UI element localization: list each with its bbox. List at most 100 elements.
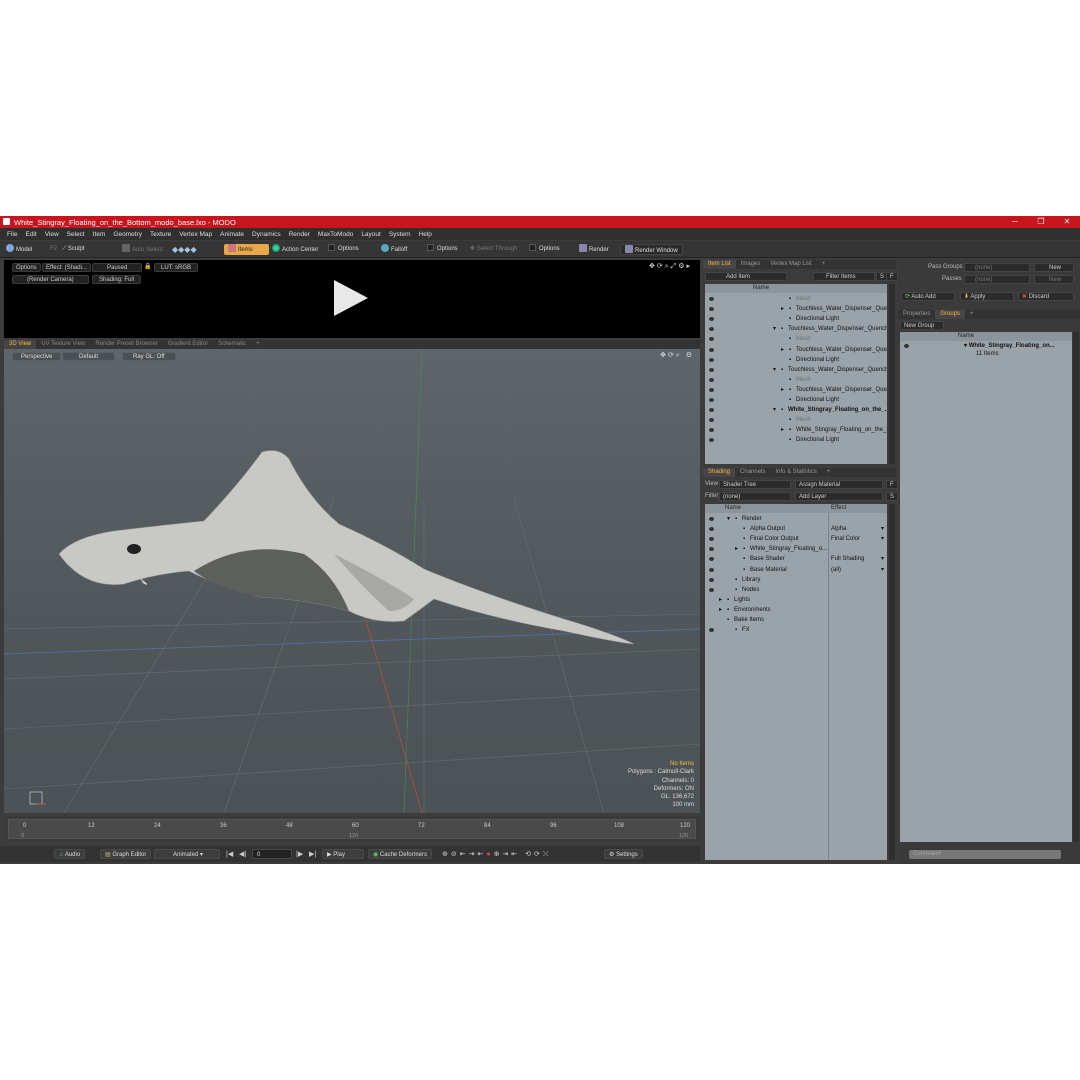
model-button[interactable]: Model bbox=[6, 244, 32, 255]
menu-edit[interactable]: Edit bbox=[21, 231, 40, 238]
shader-row[interactable]: ▸ ▪ Environments bbox=[705, 605, 887, 615]
options-button-1[interactable]: Options bbox=[328, 244, 359, 255]
passes-dropdown[interactable]: (none) bbox=[964, 275, 1030, 284]
tab-shading[interactable]: Shading bbox=[703, 468, 736, 477]
perspective-dropdown[interactable]: Perspective bbox=[12, 352, 62, 361]
timeline[interactable]: 0 12 24 36 48 60 72 84 96 108 120 0 120 … bbox=[4, 816, 700, 842]
item-row[interactable]: ▾ ▪ White_Stingray_Floating_on_the_... bbox=[705, 405, 887, 415]
menu-file[interactable]: File bbox=[3, 231, 21, 238]
visibility-eye-icon[interactable] bbox=[709, 438, 714, 443]
group-visibility-icon[interactable] bbox=[904, 344, 909, 348]
shader-row[interactable]: ▸ ▪ White_Stingray_Floating_o... bbox=[705, 544, 887, 554]
visibility-eye-icon[interactable] bbox=[709, 527, 714, 532]
item-row[interactable]: ▪ Directional Light bbox=[705, 314, 887, 324]
item-list-scrollbar[interactable] bbox=[889, 284, 895, 464]
new-group-button[interactable]: New Group bbox=[900, 321, 944, 330]
add-layer-dropdown[interactable]: Add Layer bbox=[795, 492, 883, 501]
visibility-eye-icon[interactable] bbox=[709, 628, 714, 633]
collapse-arrow-icon[interactable]: ▸ bbox=[781, 385, 784, 395]
expand-arrow-icon[interactable]: ▾ bbox=[727, 514, 730, 524]
collapse-arrow-icon[interactable]: ▸ bbox=[781, 304, 784, 314]
visibility-eye-icon[interactable] bbox=[709, 517, 714, 521]
shader-row[interactable]: ▪ Alpha Output Alpha ▾ bbox=[705, 524, 887, 534]
ray-gl-dropdown[interactable]: Ray GL: Off bbox=[122, 352, 176, 361]
play-icon[interactable] bbox=[334, 280, 368, 316]
tab-item-list[interactable]: Item List bbox=[703, 260, 736, 269]
visibility-eye-icon[interactable] bbox=[709, 307, 714, 312]
menu-help[interactable]: Help bbox=[415, 231, 436, 238]
visibility-eye-icon[interactable] bbox=[709, 587, 714, 592]
visibility-eye-icon[interactable] bbox=[709, 567, 714, 572]
settings-button[interactable]: ⚙ Settings bbox=[604, 849, 643, 859]
collapse-arrow-icon[interactable]: ▸ bbox=[735, 544, 738, 554]
tab-groups[interactable]: Groups bbox=[935, 310, 966, 319]
tab-images[interactable]: Images bbox=[736, 260, 766, 269]
tab-uv-texture-view[interactable]: UV Texture View bbox=[36, 340, 90, 349]
key-tool-icons[interactable]: ⊕⊘⇤⇥⇤●⊕⇥⇤ ⟲⟳⤫ bbox=[442, 850, 551, 859]
visibility-eye-icon[interactable] bbox=[709, 357, 714, 362]
menu-geometry[interactable]: Geometry bbox=[109, 231, 146, 238]
effect-dropdown-icon[interactable]: ▾ bbox=[881, 554, 884, 564]
tab-schematic[interactable]: Schematic bbox=[213, 340, 251, 349]
visibility-eye-icon[interactable] bbox=[709, 418, 714, 423]
minimize-button[interactable]: ─ bbox=[1002, 216, 1028, 228]
menu-vertex-map[interactable]: Vertex Map bbox=[175, 231, 216, 238]
item-list[interactable]: Name ▪ Mesh ▸ ▪ Touchless_Water_Dispenser_Qu… bbox=[705, 284, 887, 464]
menu-item[interactable]: Item bbox=[89, 231, 110, 238]
options-checkbox-3[interactable] bbox=[529, 244, 536, 251]
falloff-button[interactable]: Falloff bbox=[381, 244, 407, 255]
go-to-start-icon[interactable]: |◀ bbox=[226, 850, 233, 858]
graph-editor-button[interactable]: ▤ Graph Editor bbox=[100, 849, 152, 859]
menu-animate[interactable]: Animate bbox=[216, 231, 248, 238]
selection-mode-icons[interactable]: ◆◆◆◆ bbox=[172, 244, 197, 255]
stingray-model[interactable] bbox=[58, 450, 635, 645]
visibility-eye-icon[interactable] bbox=[709, 387, 714, 392]
default-style-dropdown[interactable]: Default bbox=[62, 352, 116, 361]
filter-items-input[interactable]: Filter Items bbox=[813, 272, 875, 281]
menu-texture[interactable]: Texture bbox=[146, 231, 175, 238]
shading-f-button[interactable]: F bbox=[886, 480, 898, 489]
expand-arrow-icon[interactable]: ▾ bbox=[773, 365, 776, 375]
action-center-button[interactable]: Action Center bbox=[272, 244, 318, 255]
item-row[interactable]: ▪ Directional Light bbox=[705, 435, 887, 445]
render-camera-dropdown[interactable]: (Render Camera) bbox=[12, 275, 89, 284]
go-to-end-icon[interactable]: ▶| bbox=[309, 850, 316, 858]
new-pass-button[interactable]: New bbox=[1034, 275, 1074, 284]
visibility-eye-icon[interactable] bbox=[709, 428, 714, 433]
options-button-3[interactable]: Options bbox=[529, 244, 560, 255]
filter-dropdown[interactable]: (none) bbox=[719, 492, 791, 501]
item-row[interactable]: ▸ ▪ White_Stingray_Floating_on_the_Bott... bbox=[705, 425, 887, 435]
collapse-arrow-icon[interactable]: ▸ bbox=[781, 425, 784, 435]
render-preview[interactable]: Options Effect: (Shadi... Paused 🔒 LUT: … bbox=[4, 260, 700, 338]
shader-row[interactable]: ▪ Base Shader Full Shading ▾ bbox=[705, 554, 887, 564]
close-button[interactable]: ✕ bbox=[1054, 216, 1080, 228]
groups-list[interactable]: Name ▾ White_Stingray_Floating_on... 11 … bbox=[900, 332, 1072, 842]
auto-add-button[interactable]: ⟳ Auto Add bbox=[901, 292, 955, 301]
menu-maxtomodo[interactable]: MaxToModo bbox=[314, 231, 357, 238]
effect-value[interactable]: (all) bbox=[831, 565, 841, 575]
3d-viewport[interactable]: Perspective Default Ray GL: Off ✥⟳⌕ ⚙ No… bbox=[4, 349, 700, 813]
expand-arrow-icon[interactable]: ▾ bbox=[773, 405, 776, 415]
effect-dropdown-icon[interactable]: ▾ bbox=[881, 524, 884, 534]
collapse-arrow-icon[interactable]: ▸ bbox=[719, 595, 722, 605]
effect-value[interactable]: Alpha bbox=[831, 524, 846, 534]
tab-properties[interactable]: Properties bbox=[898, 310, 935, 319]
tab-gradient-editor[interactable]: Gradient Editor bbox=[163, 340, 213, 349]
audio-button[interactable]: ♫ Audio bbox=[54, 849, 86, 859]
tab-3d-view[interactable]: 3D View bbox=[4, 340, 37, 349]
visibility-eye-icon[interactable] bbox=[709, 537, 714, 542]
visibility-eye-icon[interactable] bbox=[709, 577, 714, 582]
render-options-button[interactable]: Options bbox=[12, 263, 41, 272]
auto-select-button[interactable]: Auto Select bbox=[122, 244, 163, 255]
timeline-ruler[interactable]: 0 12 24 36 48 60 72 84 96 108 120 0 120 … bbox=[8, 819, 696, 839]
new-pass-group-button[interactable]: New bbox=[1034, 263, 1074, 272]
shading-dropdown[interactable]: Shading: Full bbox=[92, 275, 142, 284]
item-row[interactable]: ▪ Mesh bbox=[705, 375, 887, 385]
visibility-eye-icon[interactable] bbox=[709, 408, 714, 413]
tab-add-shading-panel[interactable]: + bbox=[822, 468, 836, 477]
shader-row[interactable]: ▪ Final Color Output Final Color ▾ bbox=[705, 534, 887, 544]
tab-channels[interactable]: Channels bbox=[735, 468, 770, 477]
visibility-eye-icon[interactable] bbox=[709, 327, 714, 332]
effect-dropdown-icon[interactable]: ▾ bbox=[881, 534, 884, 544]
sculpt-button[interactable]: ⟋ Sculpt bbox=[62, 244, 85, 255]
